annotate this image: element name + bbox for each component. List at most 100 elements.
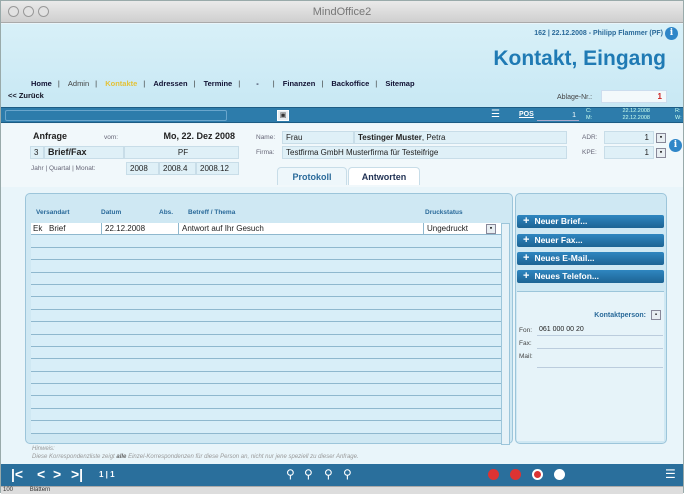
adr-field[interactable]: 1 [604,131,654,144]
back-link[interactable]: << Zurück [8,91,44,100]
header-datum[interactable]: Datum [101,209,121,216]
search-input[interactable] [5,110,227,121]
record-icon[interactable] [532,469,543,480]
table-row[interactable]: Ek Brief 22.12.2008 Antwort auf Ihr Gesu… [31,223,501,236]
table-scrollbar[interactable] [501,223,510,445]
hint-body: Diese Korrespondenzliste zeigt alle Einz… [32,453,359,461]
nav-item-kontakte[interactable]: Kontakte [105,79,137,88]
table-row[interactable] [31,272,501,285]
quarter-field[interactable]: 2008.4 [159,162,196,175]
tab-protokoll[interactable]: Protokoll [277,167,347,185]
user-field[interactable]: PF [124,146,239,159]
hint-part: Einzel-Korrespondenzen für diese Person … [126,454,359,460]
record-field[interactable]: 1 [537,110,579,121]
nav-item-sitemap[interactable]: Sitemap [385,79,414,88]
new-letter-button[interactable]: + Neuer Brief... [517,215,664,228]
status-icon[interactable] [554,469,565,480]
fon-field[interactable]: 061 000 00 20 [537,324,663,336]
app-window: MindOffice2 162 | 22.12.2008 - Philipp F… [0,0,684,494]
header-versandart[interactable]: Versandart [36,209,70,216]
created-label: C: [586,108,592,114]
search-button[interactable]: ▣ [277,110,289,121]
header-abs[interactable]: Abs. [159,209,173,216]
fax-field[interactable] [537,337,663,349]
hint-title: Hinweis: [32,446,55,452]
table-row[interactable] [31,235,501,248]
user-info: 162 | 22.12.2008 - Philipp Flammer (PF) [534,30,663,37]
new-email-button[interactable]: + Neues E-Mail... [517,252,664,265]
row-type: Brief [49,224,66,233]
find-add-icon[interactable]: ⚲ [324,467,333,481]
type-field[interactable]: Anfrage [30,131,88,144]
month-field[interactable]: 2008.12 [196,162,239,175]
table-row[interactable] [31,359,501,372]
status-dropdown-button[interactable]: ▪ [486,224,496,234]
next-record-icon[interactable]: > [53,466,61,482]
ablage-field[interactable]: 1 [601,90,667,103]
pos-link[interactable]: POS [519,111,534,118]
table-row[interactable] [31,371,501,385]
hint-emphasis: alle [116,454,127,460]
delete-icon[interactable] [488,469,499,480]
year-field[interactable]: 2008 [126,162,159,175]
previous-record-icon[interactable]: < [37,466,45,482]
row-subject: Antwort auf Ihr Gesuch [178,223,264,235]
mail-label: Mail: [519,353,533,360]
table-row[interactable] [31,247,501,261]
header-druckstatus[interactable]: Druckstatus [425,209,463,216]
table-row[interactable] [31,297,501,310]
table-row[interactable] [31,322,501,335]
record-counter: 1 | 1 [99,470,115,479]
table-row[interactable] [31,284,501,298]
find-list-icon[interactable]: ⚲ [304,467,313,481]
menu-icon[interactable]: ☰ [665,467,676,481]
nav-item-finanzen[interactable]: Finanzen [283,79,316,88]
table-row[interactable] [31,309,501,323]
table-row[interactable] [31,396,501,409]
tab-antworten[interactable]: Antworten [348,167,420,185]
table-row[interactable] [31,346,501,360]
new-letter-label: Neuer Brief... [534,216,588,226]
nav-item-home[interactable]: Home [31,79,52,88]
kpe-field[interactable]: 1 [604,146,654,159]
last-record-icon[interactable]: >| [71,466,83,482]
new-phone-button[interactable]: + Neues Telefon... [517,270,664,283]
nav-item-backoffice[interactable]: Backoffice [331,79,369,88]
nav-item-termine[interactable]: Termine [204,79,233,88]
channel-field[interactable]: Brief/Fax [44,146,124,159]
kpe-picker-button[interactable]: ▪ [656,148,666,158]
name-field[interactable]: Testinger Muster, Petra [354,131,567,144]
mail-field[interactable] [537,350,663,368]
table-row[interactable] [31,408,501,422]
created-date: 22.12.2008 [622,108,650,114]
info-icon[interactable]: i [669,139,682,152]
list-view-icon[interactable]: ☰ [491,110,502,121]
fon-label: Fon: [519,327,533,334]
salutation-field[interactable]: Frau [282,131,354,144]
find-icon[interactable]: ⚲ [286,467,295,481]
table-row[interactable] [31,260,501,273]
adr-picker-button[interactable]: ▪ [656,133,666,143]
info-icon[interactable]: i [665,27,678,40]
nav-item-admin[interactable]: Admin [68,79,89,88]
contact-picker-button[interactable]: ▪ [651,310,661,320]
duplicate-icon[interactable] [510,469,521,480]
date-field[interactable]: Mo, 22. Dez 2008 [125,131,239,144]
find-back-icon[interactable]: ⚲ [343,467,352,481]
channel-number[interactable]: 3 [30,146,44,159]
mode-label: Blättern [29,487,51,493]
correspondence-table: Versandart Datum Abs. Betreff / Thema Dr… [31,209,501,443]
nav-item-adressen[interactable]: Adressen [153,79,187,88]
firma-field[interactable]: Testfirma GmbH Musterfirma für Testeifri… [282,146,567,159]
zoom-level[interactable]: 100 [3,487,13,493]
new-email-label: Neues E-Mail... [534,253,595,263]
rw-labels: R: W: [675,108,682,122]
adr-label: ADR: [582,134,598,141]
first-record-icon[interactable]: |< [11,466,23,482]
table-row[interactable] [31,421,501,434]
new-fax-button[interactable]: + Neuer Fax... [517,234,664,247]
modified-date: 22.12.2008 [622,115,650,121]
table-row[interactable] [31,334,501,347]
header-betreff[interactable]: Betreff / Thema [188,209,235,216]
table-row[interactable] [31,384,501,397]
